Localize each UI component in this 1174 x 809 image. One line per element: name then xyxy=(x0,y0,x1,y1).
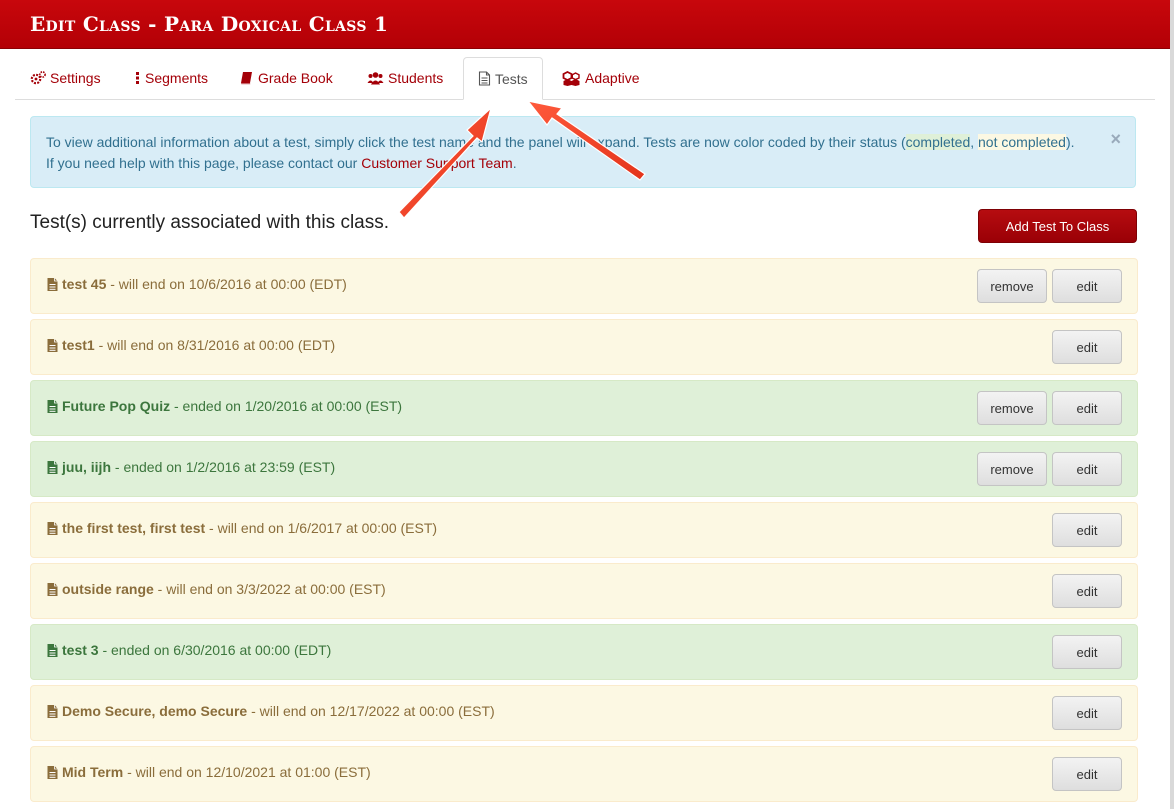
add-test-button[interactable]: Add Test To Class xyxy=(978,209,1137,243)
file-icon xyxy=(46,460,62,475)
test-schedule: - will end on 12/10/2021 at 01:00 (EST) xyxy=(123,764,371,780)
alert-text: To view additional information about a t… xyxy=(46,134,906,150)
test-label[interactable]: test 3 - ended on 6/30/2016 at 00:00 (ED… xyxy=(46,642,331,658)
test-label[interactable]: Mid Term - will end on 12/10/2021 at 01:… xyxy=(46,764,371,780)
edit-button[interactable]: edit xyxy=(1052,696,1122,730)
file-icon xyxy=(46,277,62,292)
tab-adaptive[interactable]: Adaptive xyxy=(562,57,639,99)
tab-label: Tests xyxy=(495,70,528,87)
tab-tests[interactable]: Tests xyxy=(463,57,543,100)
file-icon xyxy=(46,765,62,780)
close-icon[interactable]: × xyxy=(1110,129,1121,150)
test-row[interactable]: juu, iijh - ended on 1/2/2016 at 23:59 (… xyxy=(30,441,1138,497)
test-name[interactable]: Mid Term xyxy=(62,764,123,780)
edit-button[interactable]: edit xyxy=(1052,391,1122,425)
tab-label: Students xyxy=(388,70,444,86)
edit-button[interactable]: edit xyxy=(1052,330,1122,364)
cogs-icon xyxy=(30,71,46,85)
test-name[interactable]: outside range xyxy=(62,581,154,597)
test-schedule: - ended on 1/20/2016 at 00:00 (EST) xyxy=(170,398,403,414)
book-icon xyxy=(241,72,252,85)
test-schedule: - will end on 8/31/2016 at 00:00 (EDT) xyxy=(94,337,336,353)
remove-button[interactable]: remove xyxy=(977,452,1047,486)
file-icon xyxy=(46,399,62,414)
tab-label: Segments xyxy=(145,70,209,86)
alert-text: . xyxy=(512,155,517,171)
test-row[interactable]: the first test, first test - will end on… xyxy=(30,502,1138,558)
test-name[interactable]: test1 xyxy=(62,337,95,353)
test-label[interactable]: outside range - will end on 3/3/2022 at … xyxy=(46,581,386,597)
tab-segments[interactable]: Segments xyxy=(135,57,208,99)
edit-button[interactable]: edit xyxy=(1052,513,1122,547)
test-label[interactable]: test 45 - will end on 10/6/2016 at 00:00… xyxy=(46,276,347,292)
test-name[interactable]: test 45 xyxy=(62,276,106,292)
file-icon xyxy=(46,582,62,597)
test-label[interactable]: juu, iijh - ended on 1/2/2016 at 23:59 (… xyxy=(46,459,335,475)
test-schedule: - will end on 12/17/2022 at 00:00 (EST) xyxy=(247,703,495,719)
tab-bar: Settings Segments Grade Book Students Te… xyxy=(15,57,1155,100)
test-row[interactable]: outside range - will end on 3/3/2022 at … xyxy=(30,563,1138,619)
support-link[interactable]: Customer Support Team xyxy=(361,155,512,171)
test-label[interactable]: Future Pop Quiz - ended on 1/20/2016 at … xyxy=(46,398,402,414)
edit-button[interactable]: edit xyxy=(1052,452,1122,486)
alert-text: , xyxy=(970,134,979,150)
test-row[interactable]: Future Pop Quiz - ended on 1/20/2016 at … xyxy=(30,380,1138,436)
tab-settings[interactable]: Settings xyxy=(30,57,101,99)
test-name[interactable]: juu, iijh xyxy=(62,459,111,475)
test-name[interactable]: the first test, first test xyxy=(62,520,205,536)
page-title: Edit Class - Para Doxical Class 1 xyxy=(30,12,389,36)
test-name[interactable]: Future Pop Quiz xyxy=(62,398,170,414)
file-icon xyxy=(46,521,62,536)
file-icon xyxy=(478,71,491,86)
test-label[interactable]: test1 - will end on 8/31/2016 at 00:00 (… xyxy=(46,337,335,353)
file-icon xyxy=(46,338,62,353)
test-schedule: - will end on 1/6/2017 at 00:00 (EST) xyxy=(205,520,438,536)
test-row[interactable]: test1 - will end on 8/31/2016 at 00:00 (… xyxy=(30,319,1138,375)
test-name[interactable]: test 3 xyxy=(62,642,99,658)
file-icon xyxy=(46,643,62,658)
tab-label: Adaptive xyxy=(585,70,640,86)
edit-button[interactable]: edit xyxy=(1052,757,1122,791)
test-schedule: - will end on 3/3/2022 at 00:00 (EST) xyxy=(153,581,386,597)
list-icon xyxy=(136,72,139,84)
test-schedule: - ended on 6/30/2016 at 00:00 (EDT) xyxy=(98,642,332,658)
test-row[interactable]: test 3 - ended on 6/30/2016 at 00:00 (ED… xyxy=(30,624,1138,680)
test-row[interactable]: Demo Secure, demo Secure - will end on 1… xyxy=(30,685,1138,741)
tab-grade-book[interactable]: Grade Book xyxy=(240,57,333,99)
tab-students[interactable]: Students xyxy=(367,57,443,99)
test-schedule: - will end on 10/6/2016 at 00:00 (EDT) xyxy=(106,276,347,292)
remove-button[interactable]: remove xyxy=(977,269,1047,303)
edit-button[interactable]: edit xyxy=(1052,574,1122,608)
completed-legend: completed xyxy=(905,134,971,150)
edit-button[interactable]: edit xyxy=(1052,269,1122,303)
test-row[interactable]: test 45 - will end on 10/6/2016 at 00:00… xyxy=(30,258,1138,314)
not-completed-legend: not completed xyxy=(978,134,1066,150)
users-icon xyxy=(367,72,384,85)
test-schedule: - ended on 1/2/2016 at 23:59 (EST) xyxy=(111,459,336,475)
file-icon xyxy=(46,704,62,719)
test-label[interactable]: Demo Secure, demo Secure - will end on 1… xyxy=(46,703,495,719)
tab-label: Grade Book xyxy=(258,70,333,86)
edit-button[interactable]: edit xyxy=(1052,635,1122,669)
test-list: test 45 - will end on 10/6/2016 at 00:00… xyxy=(30,258,1138,807)
page-header: Edit Class - Para Doxical Class 1 xyxy=(0,0,1170,49)
tab-label: Settings xyxy=(50,70,101,86)
cubes-icon xyxy=(562,70,580,86)
test-label[interactable]: the first test, first test - will end on… xyxy=(46,520,437,536)
test-name[interactable]: Demo Secure, demo Secure xyxy=(62,703,247,719)
info-alert: To view additional information about a t… xyxy=(30,116,1136,188)
test-row[interactable]: Mid Term - will end on 12/10/2021 at 01:… xyxy=(30,746,1138,802)
scrollbar[interactable] xyxy=(1170,0,1174,809)
remove-button[interactable]: remove xyxy=(977,391,1047,425)
section-heading: Test(s) currently associated with this c… xyxy=(30,212,390,233)
